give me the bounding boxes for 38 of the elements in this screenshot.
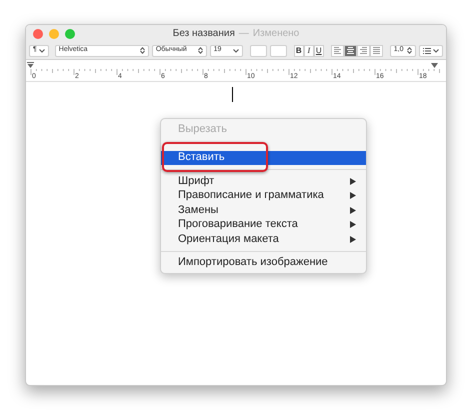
zoom-button[interactable] — [65, 28, 75, 38]
align-center-button[interactable] — [344, 44, 357, 56]
italic-button[interactable]: I — [304, 44, 314, 56]
close-button[interactable] — [33, 28, 43, 38]
chevron-down-icon — [38, 48, 45, 52]
modified-status: Изменено — [252, 27, 300, 41]
stepper-arrows-icon — [140, 47, 145, 54]
align-justify-icon — [372, 46, 380, 54]
align-center-icon — [346, 46, 354, 54]
align-justify-button[interactable] — [370, 44, 383, 56]
menu-item[interactable]: Ориентация макета — [161, 232, 366, 246]
underline-button[interactable]: U — [314, 44, 324, 56]
menu-item[interactable]: Правописание и грамматика — [161, 188, 366, 203]
background-color-well[interactable] — [270, 44, 287, 56]
stepper-arrows-icon — [198, 47, 203, 54]
text-color-well[interactable] — [250, 44, 267, 56]
menu-item[interactable]: Вставить — [161, 150, 366, 165]
window-title: Без названия — [172, 27, 235, 41]
list-icon — [423, 48, 432, 54]
align-left-button[interactable] — [330, 44, 344, 56]
menu-item[interactable]: Проговаривание текста — [161, 218, 366, 232]
align-right-icon — [360, 46, 367, 54]
chevron-down-icon — [232, 48, 239, 52]
text-cursor — [232, 87, 233, 102]
menu-item[interactable]: Замены — [161, 203, 366, 218]
bold-button[interactable]: B — [294, 44, 304, 56]
chevron-down-icon — [433, 48, 440, 52]
title-separator: — — [238, 27, 249, 41]
align-right-button[interactable] — [356, 44, 370, 56]
minimize-button[interactable] — [49, 28, 59, 38]
list-popup[interactable] — [419, 44, 443, 56]
stepper-arrows-icon — [407, 47, 412, 54]
menu-item[interactable]: Импортировать изображение — [161, 256, 366, 270]
menu-item[interactable]: Шрифт — [161, 174, 366, 188]
align-left-icon — [334, 46, 341, 54]
right-indent-marker-icon[interactable] — [431, 63, 438, 68]
menu-item: Вырезать — [177, 122, 228, 136]
left-indent-marker-icon[interactable] — [27, 62, 34, 68]
